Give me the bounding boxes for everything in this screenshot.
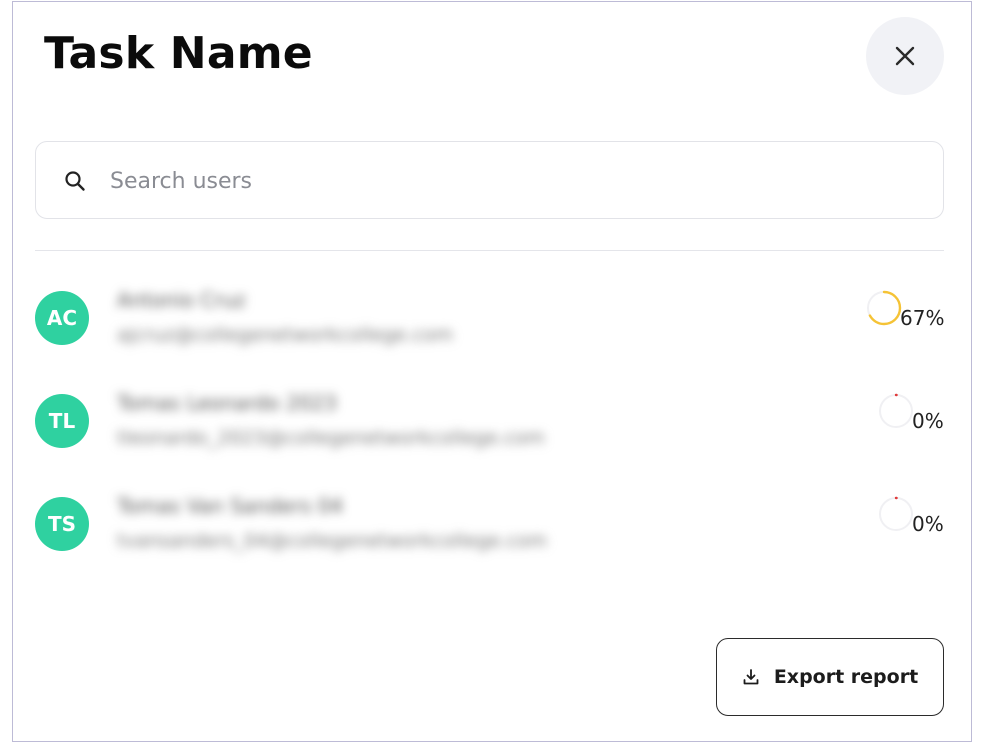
user-email: tleonardo_2023@collegenetworkcollege.com bbox=[117, 427, 545, 449]
progress-ring bbox=[878, 393, 914, 429]
progress-label: 0% bbox=[912, 409, 944, 433]
avatar: AC bbox=[35, 291, 89, 345]
download-icon bbox=[743, 669, 759, 685]
search-box[interactable] bbox=[35, 141, 944, 219]
user-name: Antonio Cruz bbox=[117, 288, 246, 312]
search-icon bbox=[65, 171, 85, 191]
export-report-button[interactable]: Export report bbox=[716, 638, 944, 716]
search-input[interactable] bbox=[108, 160, 912, 202]
progress-ring bbox=[866, 290, 902, 326]
divider bbox=[35, 250, 944, 251]
dialog-title: Task Name bbox=[44, 28, 313, 79]
avatar: TS bbox=[35, 497, 89, 551]
user-email: tvansanders_04@collegenetworkcollege.com bbox=[117, 530, 548, 552]
avatar: TL bbox=[35, 394, 89, 448]
close-icon bbox=[895, 46, 915, 66]
user-email: ajcruz@collegenetworkcollege.com bbox=[117, 324, 454, 346]
user-name: Tomas Van Sanders 04 bbox=[117, 494, 344, 518]
export-report-label: Export report bbox=[773, 666, 919, 688]
user-row[interactable]: TL Tomas Leonardo 2023 tleonardo_2023@co… bbox=[35, 391, 944, 474]
progress-label: 67% bbox=[900, 306, 945, 330]
task-dialog: Task Name AC Antonio Cruz ajcruz@college… bbox=[12, 1, 972, 742]
user-row[interactable]: TS Tomas Van Sanders 04 tvansanders_04@c… bbox=[35, 494, 944, 577]
close-button[interactable] bbox=[866, 17, 944, 95]
user-name: Tomas Leonardo 2023 bbox=[117, 391, 337, 415]
progress-label: 0% bbox=[912, 512, 944, 536]
progress-ring bbox=[878, 496, 914, 532]
user-row[interactable]: AC Antonio Cruz ajcruz@collegenetworkcol… bbox=[35, 288, 945, 371]
